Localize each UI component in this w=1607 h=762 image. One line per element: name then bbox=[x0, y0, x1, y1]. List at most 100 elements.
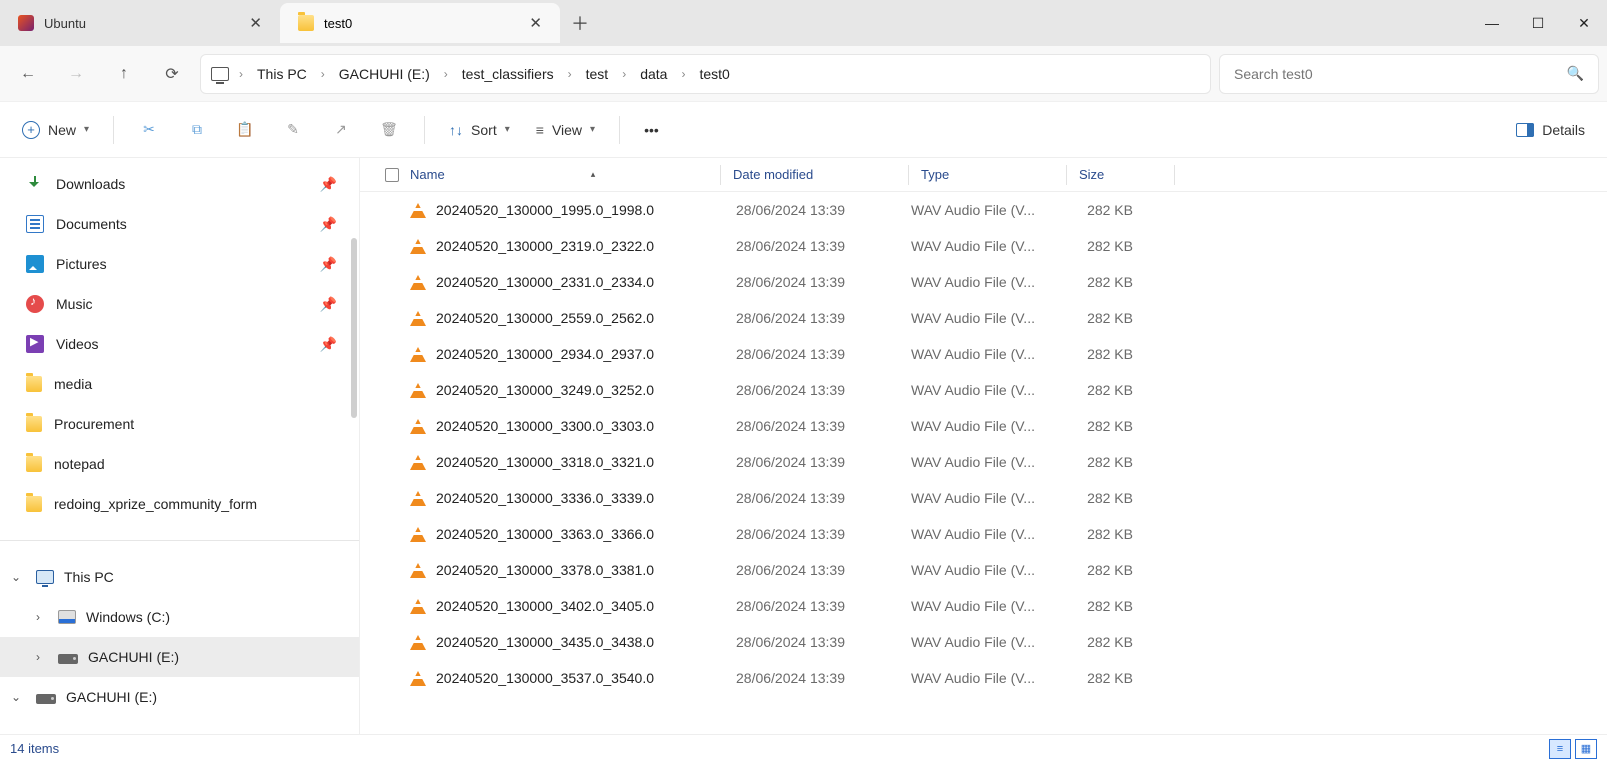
file-size: 282 KB bbox=[1056, 310, 1151, 326]
paste-button[interactable]: 📋 bbox=[224, 110, 266, 150]
sidebar-item[interactable]: Procurement bbox=[0, 404, 359, 444]
file-size: 282 KB bbox=[1056, 562, 1151, 578]
view-button[interactable]: ≡ View ▾ bbox=[526, 110, 605, 150]
pictures-icon bbox=[26, 255, 44, 273]
breadcrumb[interactable]: This PC bbox=[253, 66, 311, 82]
search-input[interactable] bbox=[1234, 66, 1567, 82]
maximize-button[interactable]: ☐ bbox=[1515, 0, 1561, 46]
refresh-button[interactable]: ⟳ bbox=[152, 54, 192, 94]
pin-icon[interactable]: 📌 bbox=[320, 216, 337, 233]
tab-ubuntu[interactable]: Ubuntu ✕ bbox=[0, 3, 280, 43]
sidebar-item[interactable]: Music📌 bbox=[0, 284, 359, 324]
forward-button[interactable]: → bbox=[56, 54, 96, 94]
file-row[interactable]: 20240520_130000_3363.0_3366.028/06/2024 … bbox=[360, 516, 1607, 552]
rename-button[interactable]: ✎ bbox=[272, 110, 314, 150]
sidebar-item-label: Downloads bbox=[56, 176, 125, 192]
close-window-button[interactable]: ✕ bbox=[1561, 0, 1607, 46]
chevron-right-icon[interactable]: › bbox=[235, 67, 247, 81]
file-row[interactable]: 20240520_130000_3318.0_3321.028/06/2024 … bbox=[360, 444, 1607, 480]
close-icon[interactable]: ✕ bbox=[529, 14, 542, 32]
delete-button[interactable]: 🗑 bbox=[368, 110, 410, 150]
sort-button[interactable]: ↑↓ Sort ▾ bbox=[439, 110, 520, 150]
sidebar-item[interactable]: media bbox=[0, 364, 359, 404]
sidebar-item[interactable]: notepad bbox=[0, 444, 359, 484]
close-icon[interactable]: ✕ bbox=[249, 14, 262, 32]
breadcrumb[interactable]: GACHUHI (E:) bbox=[335, 66, 434, 82]
file-date: 28/06/2024 13:39 bbox=[736, 670, 911, 686]
file-row[interactable]: 20240520_130000_3336.0_3339.028/06/2024 … bbox=[360, 480, 1607, 516]
separator bbox=[424, 116, 425, 144]
file-row[interactable]: 20240520_130000_3300.0_3303.028/06/2024 … bbox=[360, 408, 1607, 444]
tab-test0[interactable]: test0 ✕ bbox=[280, 3, 560, 43]
copy-button[interactable]: ⧉ bbox=[176, 110, 218, 150]
file-row[interactable]: 20240520_130000_3249.0_3252.028/06/2024 … bbox=[360, 372, 1607, 408]
share-button[interactable]: ↗ bbox=[320, 110, 362, 150]
chevron-right-icon[interactable]: › bbox=[317, 67, 329, 81]
chevron-down-icon: ▾ bbox=[505, 124, 510, 135]
address-bar[interactable]: › This PC › GACHUHI (E:) › test_classifi… bbox=[200, 54, 1211, 94]
file-row[interactable]: 20240520_130000_2331.0_2334.028/06/2024 … bbox=[360, 264, 1607, 300]
back-button[interactable]: ← bbox=[8, 54, 48, 94]
more-button[interactable]: ••• bbox=[634, 110, 669, 150]
file-row[interactable]: 20240520_130000_3378.0_3381.028/06/2024 … bbox=[360, 552, 1607, 588]
file-row[interactable]: 20240520_130000_2934.0_2937.028/06/2024 … bbox=[360, 336, 1607, 372]
chevron-right-icon[interactable]: › bbox=[440, 67, 452, 81]
breadcrumb[interactable]: test_classifiers bbox=[458, 66, 558, 82]
minimize-button[interactable]: — bbox=[1469, 0, 1515, 46]
file-row[interactable]: 20240520_130000_2319.0_2322.028/06/2024 … bbox=[360, 228, 1607, 264]
column-name[interactable]: Name ▴ bbox=[410, 167, 720, 182]
cut-button[interactable]: ✂ bbox=[128, 110, 170, 150]
separator bbox=[619, 116, 620, 144]
column-date[interactable]: Date modified bbox=[733, 167, 908, 182]
chevron-right-icon[interactable]: › bbox=[618, 67, 630, 81]
chevron-right-icon[interactable]: › bbox=[28, 610, 48, 624]
search-box[interactable]: 🔍 bbox=[1219, 54, 1599, 94]
sidebar: Downloads📌Documents📌Pictures📌Music📌Video… bbox=[0, 158, 360, 734]
search-icon[interactable]: 🔍 bbox=[1567, 65, 1584, 82]
file-row[interactable]: 20240520_130000_3435.0_3438.028/06/2024 … bbox=[360, 624, 1607, 660]
details-pane-button[interactable]: Details bbox=[1506, 110, 1595, 150]
sidebar-item[interactable]: Documents📌 bbox=[0, 204, 359, 244]
scrollbar[interactable] bbox=[351, 238, 357, 418]
breadcrumb[interactable]: test0 bbox=[695, 66, 733, 82]
file-date: 28/06/2024 13:39 bbox=[736, 202, 911, 218]
file-row[interactable]: 20240520_130000_1995.0_1998.028/06/2024 … bbox=[360, 192, 1607, 228]
file-row[interactable]: 20240520_130000_2559.0_2562.028/06/2024 … bbox=[360, 300, 1607, 336]
pin-icon[interactable]: 📌 bbox=[320, 296, 337, 313]
tree-item[interactable]: ›GACHUHI (E:) bbox=[0, 637, 359, 677]
sidebar-item[interactable]: Pictures📌 bbox=[0, 244, 359, 284]
sidebar-item[interactable]: redoing_xprize_community_form bbox=[0, 484, 359, 524]
file-row[interactable]: 20240520_130000_3402.0_3405.028/06/2024 … bbox=[360, 588, 1607, 624]
tree-item[interactable]: ⌄GACHUHI (E:) bbox=[0, 677, 359, 717]
column-size[interactable]: Size bbox=[1079, 167, 1174, 182]
chevron-down-icon[interactable]: ⌄ bbox=[6, 690, 26, 704]
chevron-right-icon[interactable]: › bbox=[677, 67, 689, 81]
chevron-down-icon[interactable]: ⌄ bbox=[6, 570, 26, 584]
up-button[interactable]: ↑ bbox=[104, 54, 144, 94]
breadcrumb[interactable]: test bbox=[582, 66, 613, 82]
breadcrumb[interactable]: data bbox=[636, 66, 671, 82]
pin-icon[interactable]: 📌 bbox=[320, 256, 337, 273]
details-view-button[interactable]: ≡ bbox=[1549, 739, 1571, 759]
pin-icon[interactable]: 📌 bbox=[320, 336, 337, 353]
chevron-right-icon[interactable]: › bbox=[28, 650, 48, 664]
tree-item[interactable]: ⌄This PC bbox=[0, 557, 359, 597]
chevron-down-icon: ▾ bbox=[84, 124, 89, 135]
new-button[interactable]: + New ▾ bbox=[12, 110, 99, 150]
tab-label: test0 bbox=[324, 16, 352, 31]
new-tab-button[interactable]: ＋ bbox=[560, 10, 600, 36]
chevron-down-icon: ▾ bbox=[590, 124, 595, 135]
sidebar-item[interactable]: Downloads 📌 bbox=[0, 164, 359, 204]
tree-item[interactable]: ›Windows (C:) bbox=[0, 597, 359, 637]
chevron-right-icon[interactable]: › bbox=[564, 67, 576, 81]
column-type[interactable]: Type bbox=[921, 167, 1066, 182]
status-text: 14 items bbox=[10, 741, 59, 756]
body: Downloads📌Documents📌Pictures📌Music📌Video… bbox=[0, 158, 1607, 734]
file-row[interactable]: 20240520_130000_3537.0_3540.028/06/2024 … bbox=[360, 660, 1607, 696]
sidebar-item[interactable]: Videos📌 bbox=[0, 324, 359, 364]
select-all-checkbox[interactable] bbox=[374, 168, 410, 182]
large-icons-view-button[interactable]: ▦ bbox=[1575, 739, 1597, 759]
file-name: 20240520_130000_2331.0_2334.0 bbox=[436, 274, 736, 290]
vlc-cone-icon bbox=[410, 203, 426, 218]
pin-icon[interactable]: 📌 bbox=[320, 176, 337, 193]
